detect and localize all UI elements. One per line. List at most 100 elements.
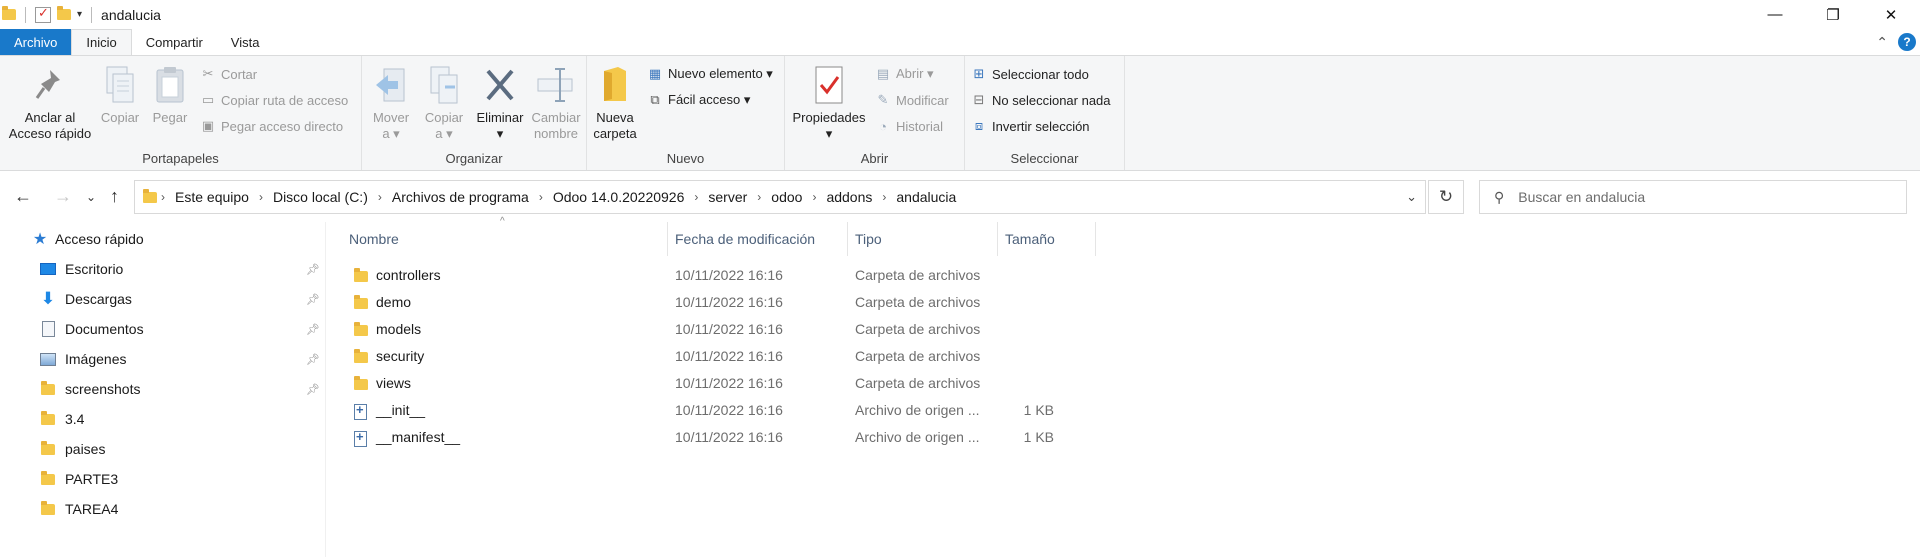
table-row[interactable]: models 10/11/2022 16:16 Carpeta de archi… [334,317,1134,344]
sidebar-item-descargas[interactable]: ⬇ Descargas 📌︎ [0,284,326,314]
breadcrumb-este-equipo[interactable]: Este equipo [169,189,255,205]
column-header-name[interactable]: Nombre [334,222,668,256]
chevron-down-icon[interactable]: ⌄ [1406,189,1417,205]
refresh-button[interactable]: ↻ [1428,180,1464,214]
breadcrumb-separator[interactable]: › [878,190,890,204]
pin-quick-access-button[interactable]: Anclar al Acceso rápido [6,56,94,142]
breadcrumb-archivos-de-programa[interactable]: Archivos de programa [386,189,535,205]
tab-inicio[interactable]: Inicio [71,29,132,55]
open-button[interactable]: ▤ Abrir ▾ [875,66,934,82]
select-all-button[interactable]: ⊞ Seleccionar todo [971,66,1089,82]
history-button[interactable]: ◔ Historial [875,118,943,134]
breadcrumb-disco-local[interactable]: Disco local (C:) [267,189,374,205]
table-row[interactable]: __init__ 10/11/2022 16:16 Archivo de ori… [334,398,1134,425]
breadcrumb-separator[interactable]: › [808,190,820,204]
invert-selection-label: Invertir selección [992,118,1090,134]
properties-quick-icon[interactable] [35,5,51,23]
pin-icon[interactable]: 📌︎ [306,293,320,306]
new-item-button[interactable]: ▦ Nuevo elemento ▾ [647,66,773,82]
breadcrumb-separator[interactable]: › [535,190,547,204]
open-label: Abrir ▾ [896,66,934,81]
breadcrumb-addons[interactable]: addons [820,189,878,205]
file-date: 10/11/2022 16:16 [675,429,783,445]
breadcrumb-andalucia[interactable]: andalucia [890,189,962,205]
delete-button[interactable]: Eliminar ▾ [474,56,526,142]
new-folder-quick-icon[interactable] [57,6,71,20]
customize-toolbar-icon[interactable]: ▾ [77,9,82,20]
new-folder-icon [595,64,635,106]
minimize-button[interactable]: — [1746,0,1804,29]
column-header-size[interactable]: Tamaño [998,222,1096,256]
close-button[interactable]: ✕ [1862,0,1920,29]
group-label-seleccionar: Seleccionar [1010,151,1079,166]
rename-button[interactable]: Cambiar nombre [528,56,584,142]
breadcrumb-odoo-dir[interactable]: odoo [765,189,808,205]
table-row[interactable]: controllers 10/11/2022 16:16 Carpeta de … [334,263,1134,290]
breadcrumb-separator[interactable]: › [753,190,765,204]
copy-to-icon [424,64,464,106]
tab-vista[interactable]: Vista [217,29,274,55]
search-input[interactable] [1518,189,1879,205]
cut-button[interactable]: ✂ Cortar [200,66,258,82]
edit-button[interactable]: ✎ Modificar [875,92,949,108]
paste-button[interactable]: Pegar [146,56,194,126]
sidebar-item-parte3[interactable]: PARTE3 [0,464,326,494]
rename-icon [536,64,576,106]
sidebar-item-tarea4[interactable]: TAREA4 [0,494,326,524]
back-button[interactable]: ← [14,186,32,207]
group-label-abrir: Abrir [860,151,889,166]
paste-shortcut-button[interactable]: ▣ Pegar acceso directo [200,118,343,134]
breadcrumb-separator[interactable]: › [690,190,702,204]
collapse-ribbon-icon[interactable]: ⌃ [1876,34,1888,51]
delete-label: Eliminar ▾ [476,110,524,141]
pin-icon[interactable]: 📌︎ [306,323,320,336]
select-none-button[interactable]: ⊟ No seleccionar nada [971,92,1111,108]
open-icon: ▤ [876,66,890,81]
copy-path-label: Copiar ruta de acceso [221,92,349,108]
tab-archivo[interactable]: Archivo [0,29,72,55]
forward-button[interactable]: → [54,186,72,207]
downloads-icon: ⬇ [40,289,56,308]
copy-button[interactable]: Copiar [96,56,144,126]
up-button[interactable]: ↑ [110,186,119,207]
breadcrumb-odoo[interactable]: Odoo 14.0.20220926 [547,189,691,205]
restore-button[interactable]: ❐ [1804,0,1862,29]
properties-button[interactable]: Propiedades ▾ [791,56,867,142]
table-row[interactable]: demo 10/11/2022 16:16 Carpeta de archivo… [334,290,1134,317]
breadcrumb-separator[interactable]: › [255,190,267,204]
sidebar-item-acceso-rapido[interactable]: ★ Acceso rápido [0,224,326,254]
easy-access-button[interactable]: ⧉ Fácil acceso ▾ [647,92,750,108]
history-icon: ◔ [879,118,887,134]
pin-icon[interactable]: 📌︎ [306,353,320,366]
new-folder-button[interactable]: Nueva carpeta [593,56,637,142]
breadcrumb-separator[interactable]: › [374,190,386,204]
recent-locations-button[interactable]: ⌄ [86,190,96,204]
sidebar-item-label: screenshots [65,381,141,397]
sidebar-item-3-4[interactable]: 3.4 [0,404,326,434]
sidebar-item-imagenes[interactable]: Imágenes 📌︎ [0,344,326,374]
invert-selection-button[interactable]: ⧈ Invertir selección [971,118,1090,134]
folder-icon [40,440,56,457]
help-icon[interactable]: ? [1898,33,1916,51]
pin-icon[interactable]: 📌︎ [306,263,320,276]
search-box[interactable]: ⚲ [1479,180,1907,214]
address-bar[interactable]: › Este equipo › Disco local (C:) › Archi… [134,180,1426,214]
file-size: 1 KB [1023,429,1054,445]
tab-compartir[interactable]: Compartir [132,29,217,55]
table-row[interactable]: __manifest__ 10/11/2022 16:16 Archivo de… [334,425,1134,452]
sidebar-item-escritorio[interactable]: Escritorio 📌︎ [0,254,326,284]
column-header-type[interactable]: Tipo [848,222,998,256]
copy-path-button[interactable]: ▭ Copiar ruta de acceso [200,92,348,108]
sidebar-item-paises[interactable]: paises [0,434,326,464]
table-row[interactable]: views 10/11/2022 16:16 Carpeta de archiv… [334,371,1134,398]
pin-icon[interactable]: 📌︎ [306,383,320,396]
sidebar-item-documentos[interactable]: Documentos 📌︎ [0,314,326,344]
folder-icon [40,380,56,397]
move-to-button[interactable]: Mover a ▾ [366,56,416,142]
scissors-icon: ✂ [202,66,214,81]
sidebar-item-screenshots[interactable]: screenshots 📌︎ [0,374,326,404]
table-row[interactable]: security 10/11/2022 16:16 Carpeta de arc… [334,344,1134,371]
column-header-date[interactable]: Fecha de modificación [668,222,848,256]
breadcrumb-server[interactable]: server [702,189,753,205]
copy-to-button[interactable]: Copiar a ▾ [418,56,470,142]
